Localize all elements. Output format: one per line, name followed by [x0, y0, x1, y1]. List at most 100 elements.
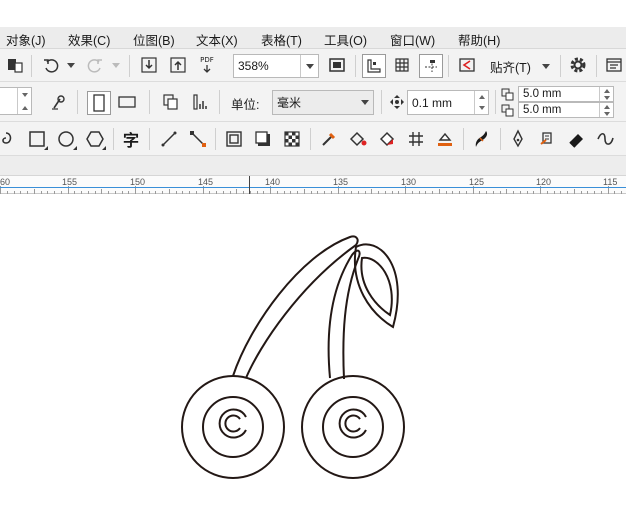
- knife-icon[interactable]: [537, 128, 559, 150]
- import-icon[interactable]: [138, 54, 160, 76]
- export-icon[interactable]: [167, 54, 189, 76]
- left-cherry-c-inner[interactable]: [224, 414, 241, 433]
- zoom-dropdown-icon[interactable]: [306, 64, 314, 69]
- menu-effects[interactable]: 效果(C): [68, 30, 110, 49]
- separator: [31, 55, 32, 77]
- ruler-tick: [33, 189, 35, 194]
- guidelines-icon[interactable]: [419, 54, 443, 78]
- spiral-icon[interactable]: [0, 128, 18, 150]
- units-dropdown-icon[interactable]: [361, 100, 369, 105]
- separator: [463, 128, 464, 150]
- menu-tools[interactable]: 工具(O): [324, 30, 367, 49]
- left-stem-outline[interactable]: [232, 235, 359, 379]
- ruler-tick: [445, 191, 447, 194]
- settings-icon[interactable]: [567, 54, 589, 76]
- ruler-tick: [155, 191, 157, 194]
- left-cherry-inner[interactable]: [202, 396, 264, 458]
- fill-icon[interactable]: [347, 128, 369, 150]
- ruler-tick: [27, 191, 28, 194]
- undo-dropdown-icon[interactable]: [67, 63, 75, 68]
- polygon-icon[interactable]: [84, 128, 106, 150]
- menu-bar: 对象(J) 效果(C) 位图(B) 文本(X) 表格(T) 工具(O) 窗口(W…: [0, 27, 626, 49]
- ruler-tick: [411, 191, 413, 194]
- horizontal-ruler[interactable]: 60 155 150 145 140 135 130 125 120 115: [0, 176, 626, 194]
- export-pdf-icon[interactable]: PDF: [196, 54, 218, 76]
- right-cherry-c-outer[interactable]: [338, 408, 367, 439]
- pen-icon[interactable]: [507, 128, 529, 150]
- object-manager-icon[interactable]: [4, 54, 26, 76]
- ruler-tick: [310, 191, 312, 194]
- size-stepper-spin[interactable]: [17, 88, 31, 114]
- ruler-tick: [290, 191, 292, 194]
- units-select[interactable]: 毫米: [272, 90, 374, 115]
- transparency-icon[interactable]: [281, 128, 303, 150]
- right-cherry-c-inner[interactable]: [344, 414, 361, 433]
- contour-icon[interactable]: [223, 128, 245, 150]
- all-pages-icon[interactable]: [160, 91, 182, 113]
- connector-icon[interactable]: [187, 128, 209, 150]
- ruler-tick: [128, 191, 130, 194]
- line-icon[interactable]: [158, 128, 180, 150]
- nudge-distance-icon[interactable]: [386, 91, 408, 113]
- units-label: 单位:: [231, 98, 260, 112]
- ruler-tick: [209, 191, 211, 194]
- undo-icon[interactable]: [40, 54, 62, 76]
- ruler-tick: [567, 191, 568, 194]
- color-eyedropper-icon[interactable]: [471, 128, 493, 150]
- redo-dropdown-icon[interactable]: [112, 63, 120, 68]
- nudge-distance-spin[interactable]: [474, 91, 488, 114]
- full-screen-icon[interactable]: [326, 54, 348, 76]
- dup-offset-x-icon: [500, 87, 518, 103]
- drawing-canvas[interactable]: [0, 195, 626, 514]
- separator: [500, 128, 501, 150]
- right-cherry-outer[interactable]: [301, 375, 405, 479]
- menu-text[interactable]: 文本(X): [196, 30, 238, 49]
- left-cherry-outer[interactable]: [181, 375, 285, 479]
- eyedropper-icon[interactable]: [318, 128, 340, 150]
- menu-table[interactable]: 表格(T): [261, 30, 302, 49]
- interactive-fill-icon[interactable]: [377, 128, 399, 150]
- menu-help[interactable]: 帮助(H): [458, 30, 500, 49]
- welcome-icon[interactable]: [603, 54, 625, 76]
- cherry-outline-drawing[interactable]: [0, 195, 626, 514]
- separator: [355, 55, 356, 77]
- menu-object[interactable]: 对象(J): [6, 30, 46, 49]
- leaf-inner-outline[interactable]: [360, 256, 393, 317]
- ruler-tick: [587, 191, 589, 194]
- snap-off-icon[interactable]: [456, 54, 478, 76]
- portrait-icon[interactable]: [87, 91, 111, 115]
- ruler-tick: [256, 191, 258, 194]
- ruler-tick: [114, 191, 116, 194]
- ruler-tick: [330, 191, 332, 194]
- menu-window[interactable]: 窗口(W): [390, 30, 435, 49]
- landscape-icon[interactable]: [116, 91, 138, 113]
- eraser-icon[interactable]: [566, 128, 588, 150]
- current-page-icon[interactable]: [189, 91, 211, 113]
- rulers-icon[interactable]: [362, 54, 386, 78]
- freehand-icon[interactable]: [595, 128, 617, 150]
- menu-bitmaps[interactable]: 位图(B): [133, 30, 175, 49]
- shadow-icon[interactable]: [252, 128, 274, 150]
- redo-icon[interactable]: [84, 54, 106, 76]
- text-icon[interactable]: 字: [120, 128, 142, 150]
- right-cherry-inner[interactable]: [322, 396, 384, 458]
- dup-offset-x-spin[interactable]: [599, 87, 613, 101]
- left-cherry-c-outer[interactable]: [218, 408, 247, 439]
- ruler-tick: [580, 191, 582, 194]
- grid-icon[interactable]: [391, 54, 413, 76]
- dup-offset-y-spin[interactable]: [599, 103, 613, 117]
- ruler-tick: [378, 191, 379, 194]
- ellipse-icon[interactable]: [55, 128, 77, 150]
- export-pdf-label: PDF: [200, 55, 214, 64]
- ruler-tick: [94, 191, 96, 194]
- size-stepper[interactable]: [0, 87, 32, 115]
- nudge-icon[interactable]: [48, 91, 70, 113]
- ruler-tick: [20, 191, 22, 194]
- smart-fill-icon[interactable]: [434, 128, 456, 150]
- rectangle-icon[interactable]: [26, 128, 48, 150]
- snap-to-label[interactable]: 贴齐(T): [490, 57, 531, 76]
- mesh-fill-icon[interactable]: [405, 128, 427, 150]
- snap-dropdown-icon[interactable]: [542, 64, 550, 69]
- separator: [381, 90, 382, 114]
- dup-offset-y-value: 5.0 mm: [523, 104, 562, 116]
